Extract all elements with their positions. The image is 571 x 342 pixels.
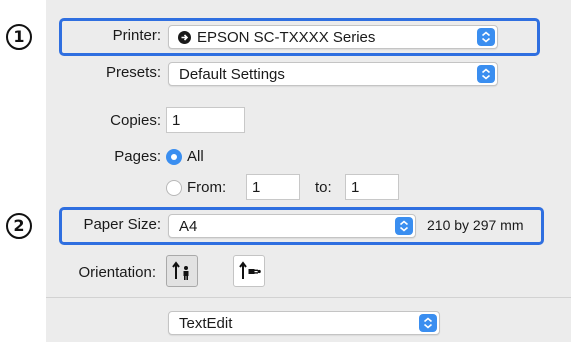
paper-size-label: Paper Size: (83, 216, 161, 233)
presets-value: Default Settings (179, 66, 285, 83)
chevron-updown-icon (395, 217, 413, 235)
callout-1: 1 (6, 24, 32, 50)
section-divider (46, 297, 571, 298)
pages-all-label: All (187, 148, 204, 165)
copies-input[interactable]: 1 (166, 107, 245, 133)
section-popup-value: TextEdit (179, 315, 233, 332)
pages-from-input[interactable]: 1 (246, 174, 300, 200)
orientation-portrait-button[interactable] (166, 255, 198, 287)
printer-value: EPSON SC-TXXXX Series (197, 29, 376, 46)
landscape-orientation-icon (239, 261, 261, 279)
presets-popup[interactable]: Default Settings (168, 62, 498, 86)
pages-to-label: to: (315, 179, 332, 196)
pages-from-radio[interactable] (166, 180, 182, 196)
pages-to-input[interactable]: 1 (345, 174, 399, 200)
pages-from-value: 1 (252, 179, 261, 196)
chevron-updown-icon (477, 65, 495, 83)
pages-to-value: 1 (351, 179, 360, 196)
section-popup[interactable]: TextEdit (168, 311, 440, 335)
pages-all-radio[interactable] (166, 149, 182, 165)
printer-popup[interactable]: EPSON SC-TXXXX Series (168, 25, 498, 49)
copies-label: Copies: (110, 112, 161, 129)
orientation-label: Orientation: (78, 264, 156, 281)
printer-label: Printer: (112, 27, 161, 44)
callout-2: 2 (6, 213, 32, 239)
paper-size-popup[interactable]: A4 (168, 214, 416, 238)
chevron-updown-icon (477, 28, 495, 46)
portrait-orientation-icon (172, 261, 189, 280)
paper-size-value: A4 (179, 218, 198, 235)
paper-size-dimensions: 210 by 297 mm (427, 217, 524, 233)
chevron-updown-icon (419, 314, 437, 332)
copies-value: 1 (172, 112, 181, 129)
pages-from-label: From: (187, 179, 227, 196)
orientation-landscape-button[interactable] (233, 255, 265, 287)
pages-label: Pages: (114, 148, 161, 165)
printer-status-icon (178, 31, 191, 44)
presets-label: Presets: (105, 64, 161, 81)
